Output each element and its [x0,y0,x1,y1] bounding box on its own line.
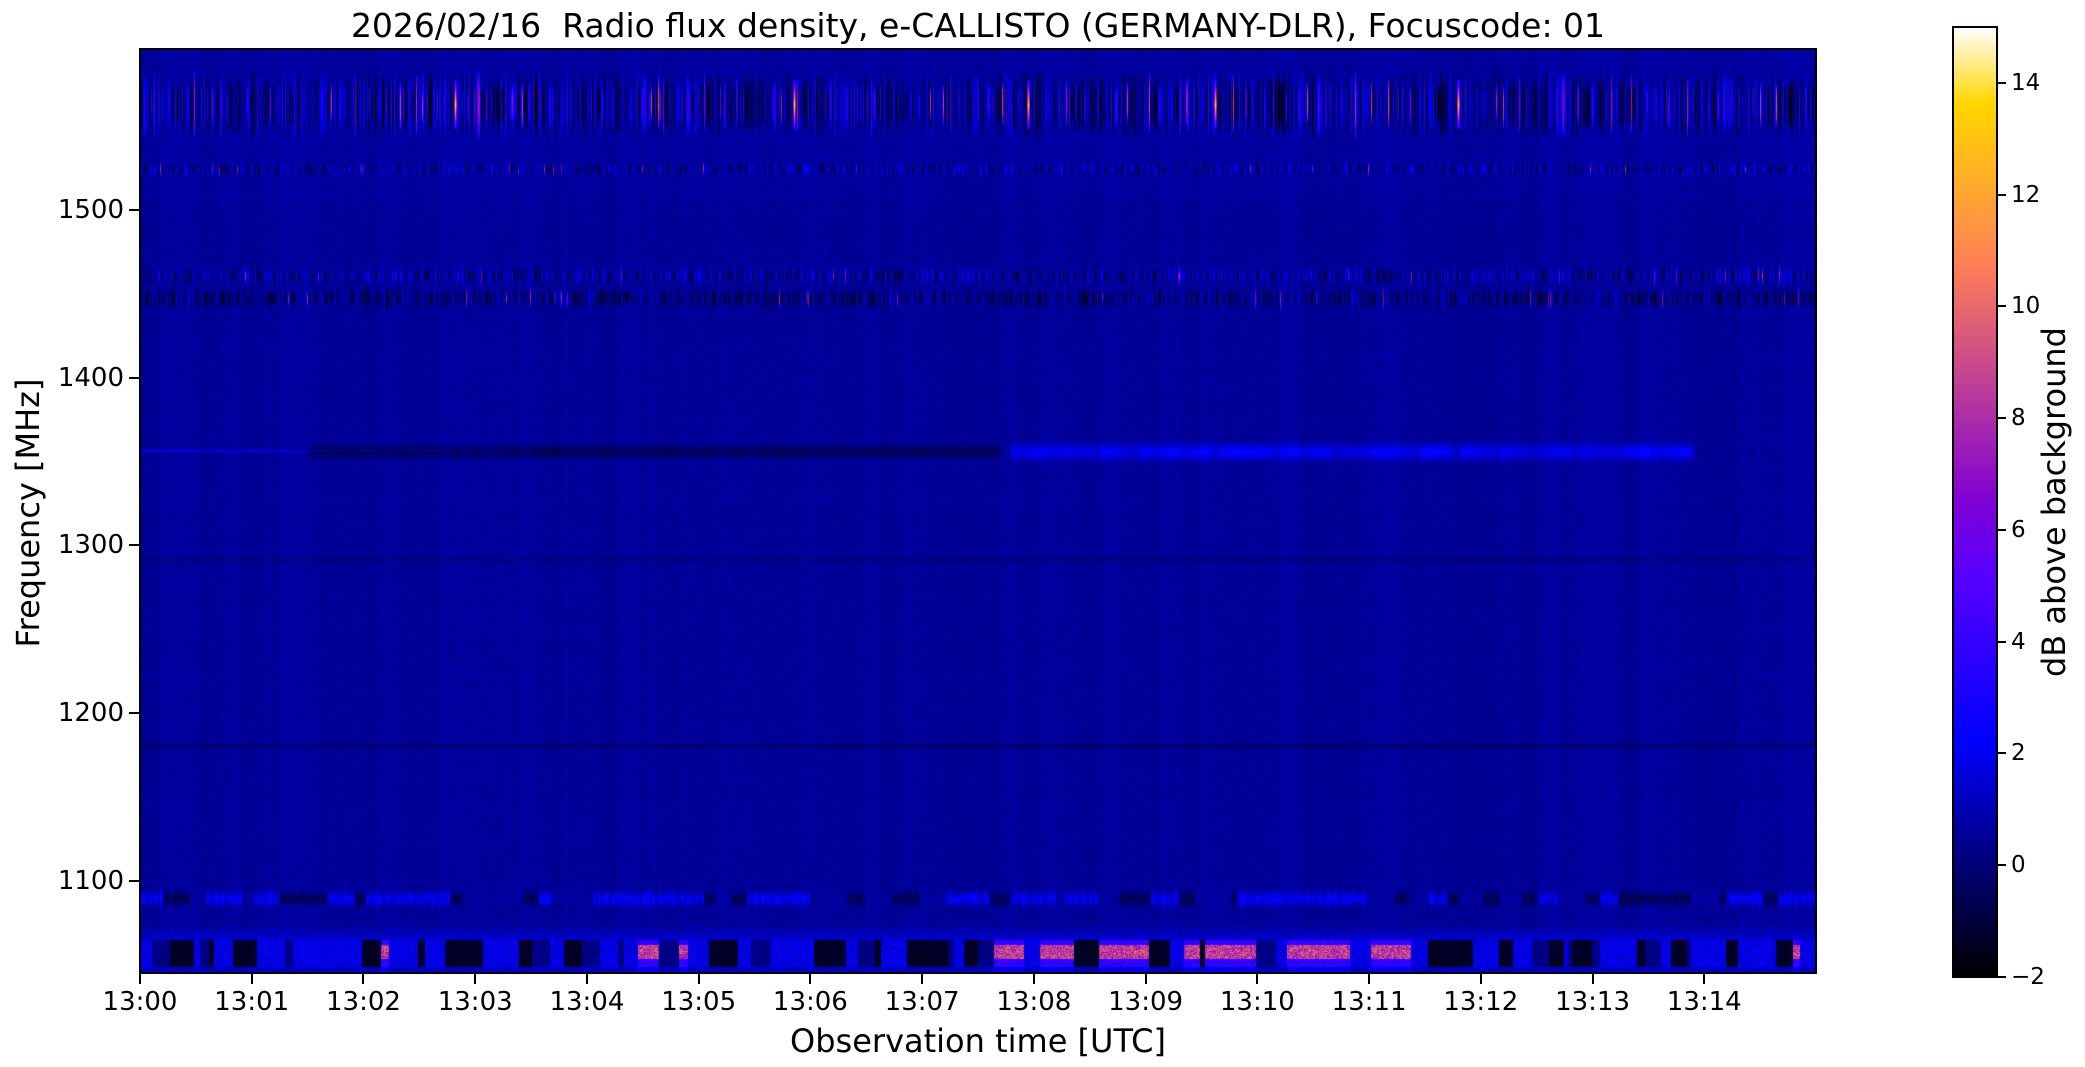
x-tick-mark [1368,973,1371,984]
x-tick-mark [1703,973,1706,984]
x-tick-label: 13:11 [1331,987,1407,1017]
colorbar-tick-label: 0 [2011,852,2026,879]
x-tick-mark [139,973,141,984]
colorbar-tick-mark [1997,976,2006,978]
x-tick-label: 13:09 [1108,987,1184,1017]
x-axis-label: Observation time [UTC] [790,1022,1166,1060]
spectrogram-canvas [140,49,1816,973]
x-tick-label: 13:10 [1219,987,1295,1017]
x-tick-label: 13:12 [1443,987,1519,1017]
x-tick-label: 13:03 [437,987,513,1017]
y-tick-mark [129,376,140,379]
x-tick-mark [1144,973,1147,984]
spectrogram-figure: 2026/02/16 Radio flux density, e-CALLIST… [0,0,2085,1067]
y-tick-mark [129,879,140,882]
y-tick-label: 1100 [57,865,124,896]
x-tick-label: 13:14 [1666,987,1742,1017]
y-axis-label: Frequency [MHz] [9,378,47,648]
colorbar-tick-label: 14 [2011,69,2041,96]
colorbar-tick-mark [1997,864,2006,867]
colorbar-tick-label: 6 [2011,516,2026,543]
x-tick-label: 13:02 [325,987,401,1017]
x-tick-mark [585,973,588,984]
colorbar-tick-mark [1997,640,2006,643]
y-tick-label: 1500 [57,194,124,225]
colorbar-tick-mark [1997,305,2006,308]
colorbar-tick-label: 4 [2011,628,2026,655]
x-tick-mark [1256,973,1259,984]
x-tick-label: 13:00 [102,987,178,1017]
colorbar-tick-mark [1997,528,2006,531]
colorbar-tick-mark [1997,193,2006,196]
x-tick-mark [1479,973,1482,984]
x-tick-mark [697,973,700,984]
x-tick-label: 13:05 [661,987,737,1017]
colorbar-tick-label: 8 [2011,405,2026,432]
x-tick-mark [362,973,365,984]
x-tick-mark [250,973,253,984]
x-tick-mark [921,973,924,984]
colorbar-tick-mark [1997,417,2006,420]
x-tick-label: 13:01 [214,987,290,1017]
x-tick-mark [1032,973,1035,984]
colorbar-tick-label: 10 [2011,293,2041,320]
colorbar-tick-label: 2 [2011,740,2026,767]
y-tick-mark [129,208,140,211]
colorbar-label: dB above background [2035,327,2073,677]
y-tick-label: 1300 [57,530,124,561]
y-tick-mark [129,712,140,715]
colorbar [1953,27,1997,977]
colorbar-tick-mark [1997,81,2006,84]
y-tick-label: 1200 [57,698,124,729]
x-tick-label: 13:06 [772,987,848,1017]
colorbar-tick-mark [1997,752,2006,755]
x-tick-mark [474,973,477,984]
x-tick-label: 13:07 [884,987,960,1017]
x-tick-label: 13:13 [1555,987,1630,1017]
x-tick-mark [1591,973,1594,984]
x-tick-label: 13:08 [996,987,1072,1017]
x-tick-label: 13:04 [549,987,625,1017]
x-tick-mark [809,973,812,984]
colorbar-tick-label: −2 [2011,964,2045,990]
y-tick-label: 1400 [57,362,124,393]
plot-title: 2026/02/16 Radio flux density, e-CALLIST… [350,6,1606,45]
y-tick-mark [129,544,140,547]
colorbar-tick-label: 12 [2011,181,2041,208]
